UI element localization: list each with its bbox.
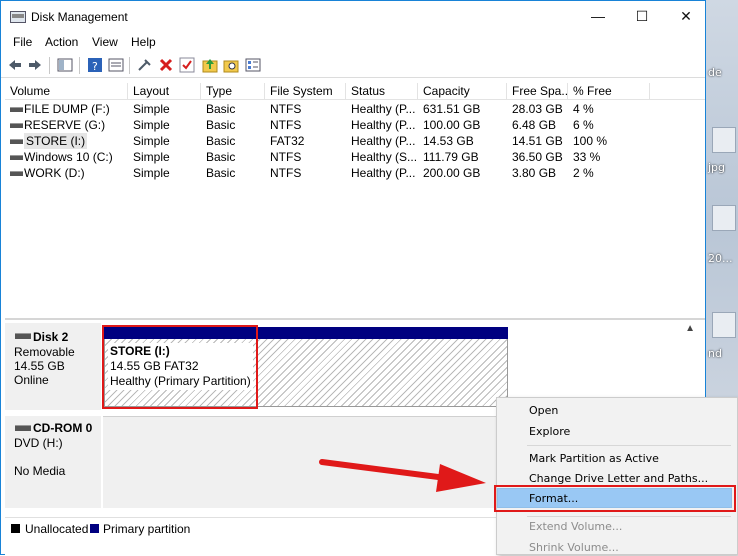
annotation-arrow bbox=[319, 459, 486, 492]
arrow-head bbox=[436, 464, 486, 492]
arrow-shaft bbox=[319, 459, 449, 481]
